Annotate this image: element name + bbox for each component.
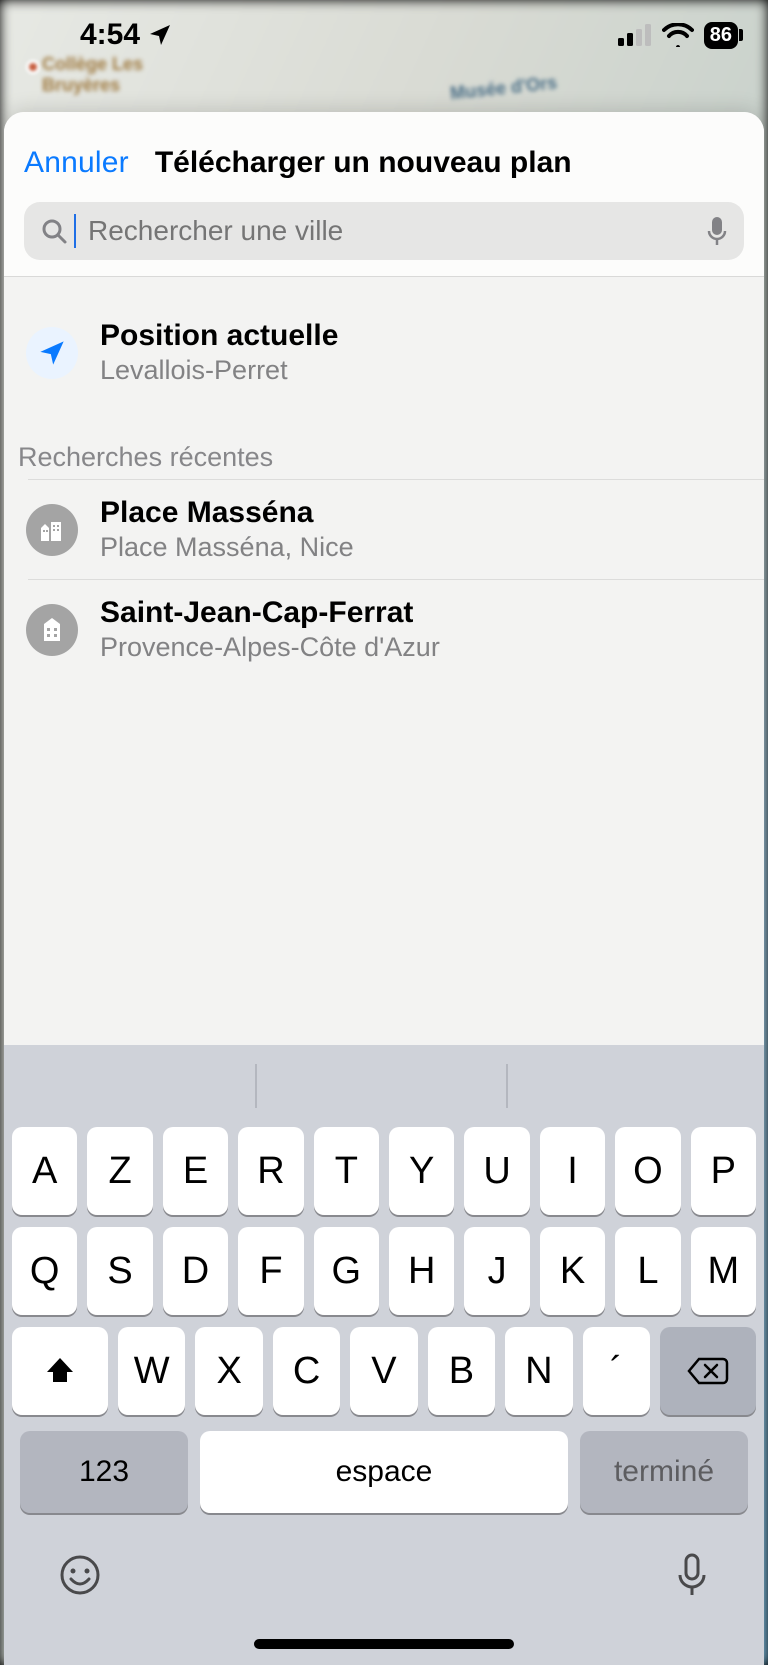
search-field[interactable]: [24, 202, 744, 260]
backspace-icon: [687, 1356, 729, 1386]
numbers-key[interactable]: 123: [20, 1431, 188, 1513]
key-p[interactable]: P: [691, 1127, 756, 1215]
recent-item-title: Place Masséna: [100, 496, 354, 530]
cancel-button[interactable]: Annuler: [24, 146, 129, 180]
keyboard: A Z E R T Y U I O P Q S D F G H J K L M: [4, 1045, 764, 1665]
key-z[interactable]: Z: [87, 1127, 152, 1215]
key-r[interactable]: R: [238, 1127, 303, 1215]
sheet-header: Annuler Télécharger un nouveau plan: [4, 112, 764, 277]
keyboard-row-bottom: 123 espace terminé: [4, 1421, 764, 1523]
recent-item-subtitle: Provence-Alpes-Côte d'Azur: [100, 632, 440, 663]
sheet-title: Télécharger un nouveau plan: [155, 146, 572, 180]
current-location-subtitle: Levallois-Perret: [100, 355, 338, 386]
status-time: 4:54: [80, 18, 140, 52]
recent-item[interactable]: Saint-Jean-Cap-Ferrat Provence-Alpes-Côt…: [4, 580, 764, 679]
key-n[interactable]: N: [505, 1327, 572, 1415]
key-k[interactable]: K: [540, 1227, 605, 1315]
battery-value: 86: [710, 24, 732, 47]
recent-item-title: Saint-Jean-Cap-Ferrat: [100, 596, 440, 630]
key-q[interactable]: Q: [12, 1227, 77, 1315]
shift-key[interactable]: [12, 1327, 108, 1415]
recent-item-subtitle: Place Masséna, Nice: [100, 532, 354, 563]
key-a[interactable]: A: [12, 1127, 77, 1215]
key-c[interactable]: C: [273, 1327, 340, 1415]
suggestion-bar[interactable]: [4, 1051, 764, 1121]
wifi-icon: [662, 23, 694, 47]
key-g[interactable]: G: [314, 1227, 379, 1315]
keyboard-row-1: A Z E R T Y U I O P: [4, 1121, 764, 1221]
recent-header: Recherches récentes: [4, 402, 764, 479]
search-input[interactable]: [76, 215, 706, 247]
key-b[interactable]: B: [428, 1327, 495, 1415]
key-accent[interactable]: ´: [583, 1327, 650, 1415]
key-s[interactable]: S: [87, 1227, 152, 1315]
key-o[interactable]: O: [615, 1127, 680, 1215]
key-h[interactable]: H: [389, 1227, 454, 1315]
key-d[interactable]: D: [163, 1227, 228, 1315]
microphone-icon[interactable]: [706, 215, 728, 247]
location-arrow-icon: [148, 23, 172, 47]
location-circle-icon: [26, 327, 78, 379]
key-l[interactable]: L: [615, 1227, 680, 1315]
battery-icon: 86: [704, 22, 738, 49]
emoji-icon[interactable]: [58, 1553, 102, 1597]
recent-item[interactable]: Place Masséna Place Masséna, Nice: [4, 480, 764, 579]
key-w[interactable]: W: [118, 1327, 185, 1415]
search-icon: [40, 217, 68, 245]
key-i[interactable]: I: [540, 1127, 605, 1215]
key-v[interactable]: V: [350, 1327, 417, 1415]
dictation-icon[interactable]: [674, 1551, 710, 1599]
current-location-row[interactable]: Position actuelle Levallois-Perret: [4, 303, 764, 402]
key-t[interactable]: T: [314, 1127, 379, 1215]
download-map-sheet: Annuler Télécharger un nouveau plan: [4, 112, 764, 1665]
cellular-icon: [618, 24, 652, 46]
current-location-title: Position actuelle: [100, 319, 338, 353]
backspace-key[interactable]: [660, 1327, 756, 1415]
key-u[interactable]: U: [464, 1127, 529, 1215]
key-x[interactable]: X: [195, 1327, 262, 1415]
key-m[interactable]: M: [691, 1227, 756, 1315]
key-e[interactable]: E: [163, 1127, 228, 1215]
key-y[interactable]: Y: [389, 1127, 454, 1215]
home-indicator[interactable]: [254, 1639, 514, 1649]
shift-icon: [43, 1354, 77, 1388]
space-key[interactable]: espace: [200, 1431, 568, 1513]
city-icon: [26, 504, 78, 556]
key-j[interactable]: J: [464, 1227, 529, 1315]
keyboard-row-2: Q S D F G H J K L M: [4, 1221, 764, 1321]
status-bar: 4:54 86: [0, 0, 768, 70]
keyboard-row-3: W X C V B N ´: [4, 1321, 764, 1421]
done-key[interactable]: terminé: [580, 1431, 748, 1513]
key-f[interactable]: F: [238, 1227, 303, 1315]
city-icon: [26, 604, 78, 656]
